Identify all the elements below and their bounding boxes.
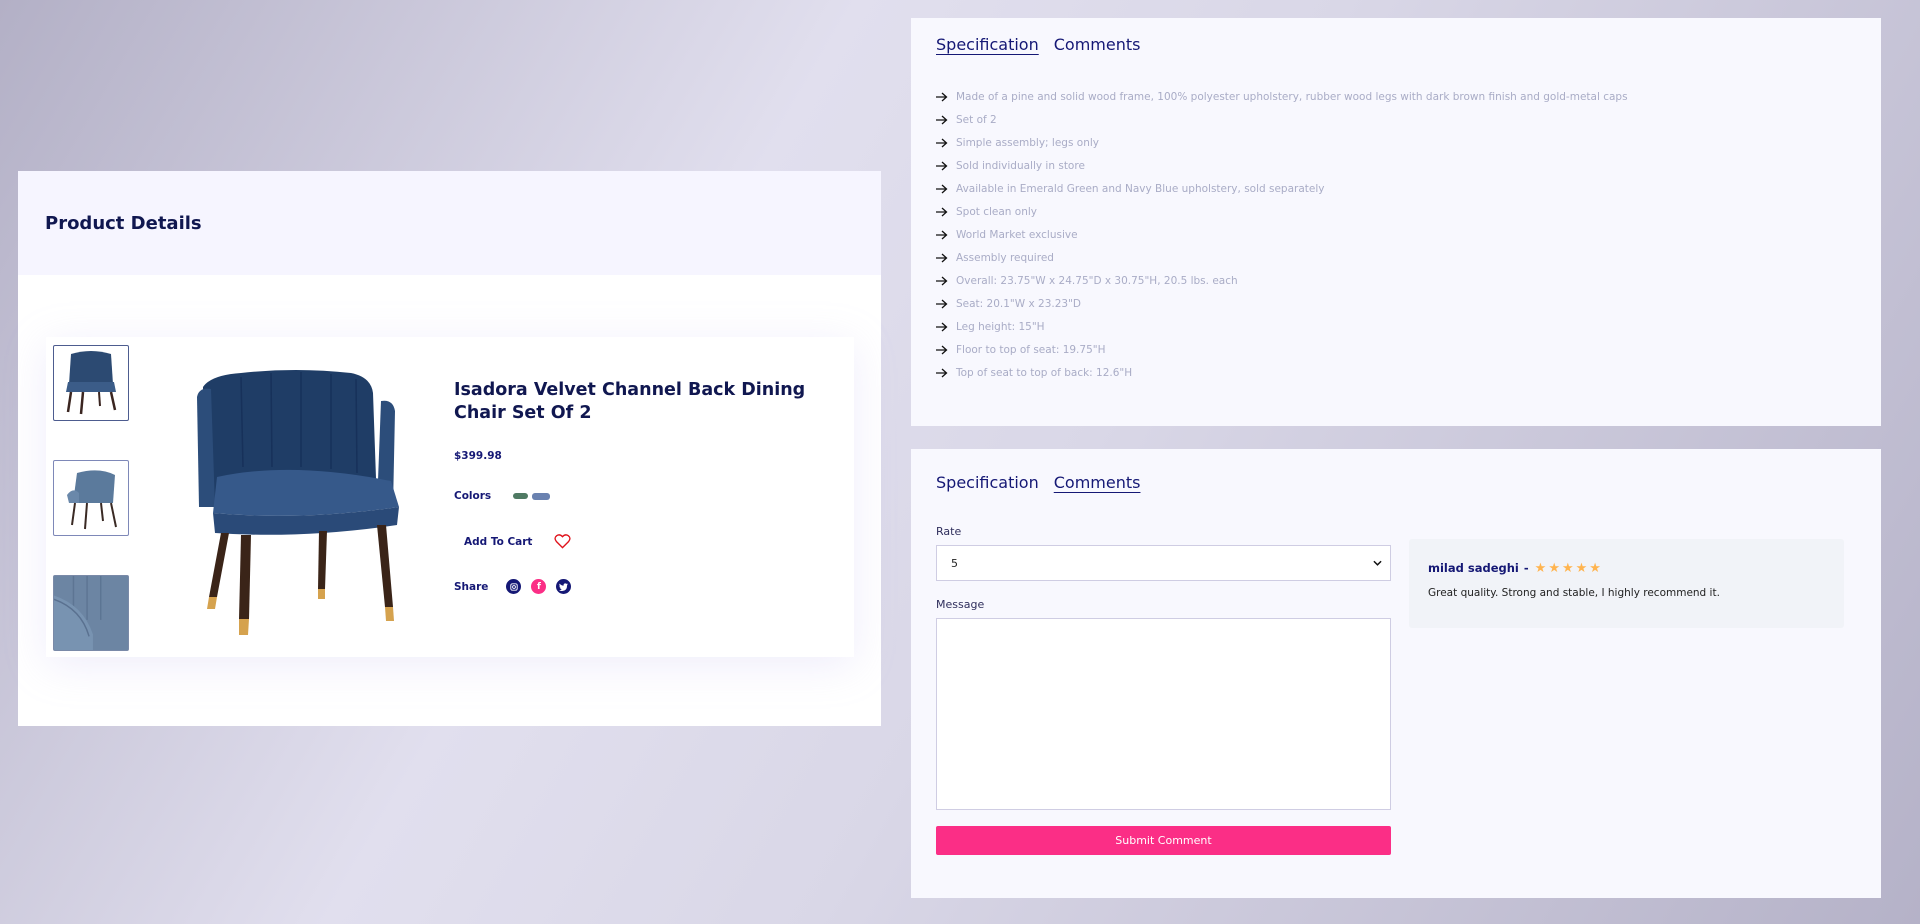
spec-item: Overall: 23.75"W x 24.75"D x 30.75"H, 20… xyxy=(936,269,1856,292)
arrow-right-icon xyxy=(936,322,948,331)
spec-item: Available in Emerald Green and Navy Blue… xyxy=(936,177,1856,200)
star-icon: ★ xyxy=(1561,560,1574,576)
star-icon: ★ xyxy=(1575,560,1588,576)
arrow-right-icon xyxy=(936,345,948,354)
comment-form: Rate 5 Message Submit Comment xyxy=(936,525,1391,855)
product-card: Isadora Velvet Channel Back Dining Chair… xyxy=(46,337,854,657)
thumbnail-closeup[interactable] xyxy=(53,575,129,651)
color-swatch-green[interactable] xyxy=(513,492,529,499)
rate-label: Rate xyxy=(936,525,962,538)
review-rating: ★ ★ ★ ★ ★ xyxy=(1535,562,1601,575)
rate-select[interactable]: 5 xyxy=(936,545,1391,581)
arrow-right-icon xyxy=(936,115,948,124)
spec-item: Spot clean only xyxy=(936,200,1856,223)
product-details-panel: Product Details Isadora Velvet Channel B… xyxy=(18,171,881,726)
product-name: Isadora Velvet Channel Back Dining Chair… xyxy=(454,380,806,423)
arrow-right-icon xyxy=(936,230,948,239)
chair-front-thumbnail-image xyxy=(66,351,117,415)
review-card: milad sadeghi - ★ ★ ★ ★ ★ Great quality.… xyxy=(1409,539,1844,628)
spec-item: World Market exclusive xyxy=(936,223,1856,246)
spec-item: Set of 2 xyxy=(936,108,1856,131)
spec-item: Made of a pine and solid wood frame, 100… xyxy=(936,85,1856,108)
product-price: $399.98 xyxy=(454,450,502,462)
chair-closeup-thumbnail-image xyxy=(54,576,128,650)
tab-comments[interactable]: Comments xyxy=(1054,473,1141,494)
product-main-image xyxy=(197,370,399,635)
page-title: Product Details xyxy=(45,212,202,234)
arrow-right-icon xyxy=(936,138,948,147)
spec-item: Seat: 20.1"W x 23.23"D xyxy=(936,292,1856,315)
share-label: Share xyxy=(454,580,489,593)
arrow-right-icon xyxy=(936,276,948,285)
color-swatches xyxy=(509,492,551,500)
review-text: Great quality. Strong and stable, I high… xyxy=(1428,587,1720,599)
colors-label: Colors xyxy=(454,490,492,502)
instagram-icon[interactable] xyxy=(506,579,522,594)
spec-item: Floor to top of seat: 19.75"H xyxy=(936,338,1856,361)
arrow-right-icon xyxy=(936,299,948,308)
arrow-right-icon xyxy=(936,368,948,377)
add-to-cart-button[interactable]: Add To Cart xyxy=(454,536,542,548)
rate-select-value: 5 xyxy=(951,556,958,570)
submit-comment-button[interactable]: Submit Comment xyxy=(936,826,1391,855)
spec-item: Sold individually in store xyxy=(936,154,1856,177)
tab-comments[interactable]: Comments xyxy=(1054,35,1141,56)
chair-back-thumbnail-image xyxy=(67,470,117,530)
star-icon: ★ xyxy=(1548,560,1560,576)
message-label: Message xyxy=(936,598,985,611)
star-icon: ★ xyxy=(1534,560,1547,576)
review-separator: - xyxy=(1523,561,1529,575)
product-info: Isadora Velvet Channel Back Dining Chair… xyxy=(454,379,844,594)
specification-list: Made of a pine and solid wood frame, 100… xyxy=(936,85,1856,384)
reviewer-name: milad sadeghi xyxy=(1428,561,1519,575)
thumbnail-back[interactable] xyxy=(53,460,129,536)
arrow-right-icon xyxy=(936,253,948,262)
twitter-icon[interactable] xyxy=(556,579,572,594)
arrow-right-icon xyxy=(936,207,948,216)
facebook-icon[interactable]: f xyxy=(531,579,547,594)
thumbnail-front[interactable] xyxy=(53,345,129,421)
comments-panel: Specification Comments Rate 5 Message Su… xyxy=(911,449,1881,898)
product-details-header: Product Details xyxy=(18,171,881,275)
spec-panel-tabs: Specification Comments xyxy=(936,35,1856,56)
comments-panel-tabs: Specification Comments xyxy=(936,473,1856,494)
arrow-right-icon xyxy=(936,184,948,193)
arrow-right-icon xyxy=(936,161,948,170)
thumbnail-list xyxy=(53,345,129,690)
arrow-right-icon xyxy=(936,92,948,101)
cart-row: Add To Cart xyxy=(454,534,844,549)
chevron-down-icon xyxy=(1373,560,1382,566)
wishlist-heart-icon[interactable] xyxy=(554,534,572,549)
tab-specification[interactable]: Specification xyxy=(936,473,1039,494)
color-swatch-blue[interactable] xyxy=(532,492,551,500)
review-header: milad sadeghi - ★ ★ ★ ★ ★ xyxy=(1428,561,1825,575)
star-icon: ★ xyxy=(1589,560,1601,576)
spec-item: Simple assembly; legs only xyxy=(936,131,1856,154)
spec-item: Assembly required xyxy=(936,246,1856,269)
tab-specification[interactable]: Specification xyxy=(936,35,1039,56)
spec-item: Top of seat to top of back: 12.6"H xyxy=(936,361,1856,384)
message-textarea[interactable] xyxy=(936,618,1391,810)
colors-row: Colors xyxy=(454,490,844,502)
share-row: Share f xyxy=(454,579,844,594)
specification-panel: Specification Comments Made of a pine an… xyxy=(911,18,1881,426)
spec-item: Leg height: 15"H xyxy=(936,315,1856,338)
